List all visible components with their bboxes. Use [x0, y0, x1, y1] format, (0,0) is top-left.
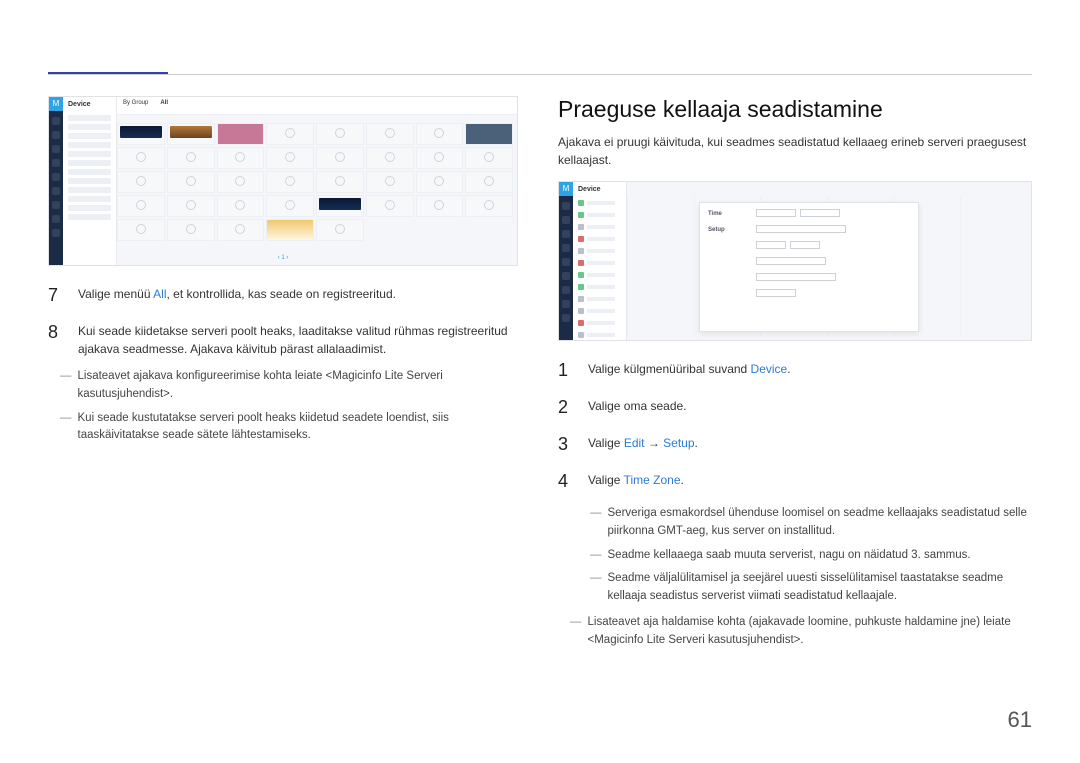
- step-4: 4 Valige Time Zone.: [558, 468, 1032, 495]
- setup-link: Setup: [663, 436, 694, 450]
- finalnote-text: Lisateavet aja haldamise kohta (ajakavad…: [588, 614, 1033, 650]
- app-nav-rail: M: [559, 182, 573, 340]
- right-column: Praeguse kellaaja seadistamine Ajakava e…: [558, 96, 1032, 656]
- app-logo-icon: M: [49, 97, 63, 111]
- step-1: 1 Valige külgmenüüribal suvand Device.: [558, 357, 1032, 384]
- section-heading: Praeguse kellaaja seadistamine: [558, 96, 1032, 123]
- step-number: 3: [558, 431, 574, 458]
- left-notes: ―Lisateavet ajakava konfigureerimise koh…: [48, 368, 518, 445]
- step-number: 1: [558, 357, 574, 384]
- right-subnotes: ―Serveriga esmakordsel ühenduse loomisel…: [558, 505, 1032, 606]
- left-column: M Device By Group All: [48, 96, 518, 656]
- step-text: Valige menüü All, et kontrollida, kas se…: [78, 282, 518, 309]
- device-list-panel: Device: [573, 182, 627, 340]
- app-logo-icon: M: [559, 182, 573, 196]
- app-nav-rail: M: [49, 97, 63, 265]
- modal-row-label: Setup: [708, 227, 748, 233]
- panel-title: Device: [573, 182, 626, 197]
- screenshot-timezone-modal: M Device: [558, 181, 1032, 341]
- step-text: Valige oma seade.: [588, 394, 1032, 421]
- step-number: 8: [48, 319, 64, 358]
- subnote-text: Seadme kellaaega saab muuta serverist, n…: [608, 547, 971, 565]
- edit-link: Edit: [624, 436, 645, 450]
- step-7: 7 Valige menüü All, et kontrollida, kas …: [48, 282, 518, 309]
- horizontal-rule: [48, 74, 1032, 75]
- step-text: Valige Time Zone.: [588, 468, 1032, 495]
- right-finalnote: ―Lisateavet aja haldamise kohta (ajakava…: [558, 614, 1032, 650]
- screenshot-device-grid: M Device By Group All: [48, 96, 518, 266]
- setup-modal: Time Setup: [699, 202, 919, 332]
- subnote-text: Serveriga esmakordsel ühenduse loomisel …: [608, 505, 1033, 541]
- step-8: 8 Kui seade kiidetakse serveri poolt hea…: [48, 319, 518, 358]
- step-3: 3 Valige Edit → Setup.: [558, 431, 1032, 458]
- step-number: 2: [558, 394, 574, 421]
- device-link: Device: [751, 362, 788, 376]
- page-number: 61: [1008, 707, 1032, 733]
- tab-all: All: [160, 100, 168, 111]
- device-grid: [117, 123, 513, 241]
- subnote-text: Seadme väljalülitamisel ja seejärel uues…: [608, 570, 1033, 606]
- pager: ‹ 1 ›: [278, 255, 289, 261]
- modal-row-label: Time: [708, 211, 748, 217]
- note-text: Lisateavet ajakava konfigureerimise koht…: [78, 368, 519, 404]
- note-text: Kui seade kustutatakse serveri poolt hea…: [78, 410, 519, 446]
- step-text: Kui seade kiidetakse serveri poolt heaks…: [78, 319, 518, 358]
- panel-title: Device: [63, 97, 116, 112]
- step-text: Valige Edit → Setup.: [588, 431, 1032, 458]
- tab-by-group: By Group: [123, 100, 148, 111]
- timezone-link: Time Zone: [624, 473, 681, 487]
- section-intro: Ajakava ei pruugi käivituda, kui seadmes…: [558, 133, 1032, 169]
- step-number: 4: [558, 468, 574, 495]
- step-number: 7: [48, 282, 64, 309]
- menu-all-link: All: [153, 287, 166, 301]
- device-tree-panel: Device: [63, 97, 117, 265]
- step-2: 2 Valige oma seade.: [558, 394, 1032, 421]
- tab-bar: By Group All: [117, 97, 517, 115]
- step-text: Valige külgmenüüribal suvand Device.: [588, 357, 1032, 384]
